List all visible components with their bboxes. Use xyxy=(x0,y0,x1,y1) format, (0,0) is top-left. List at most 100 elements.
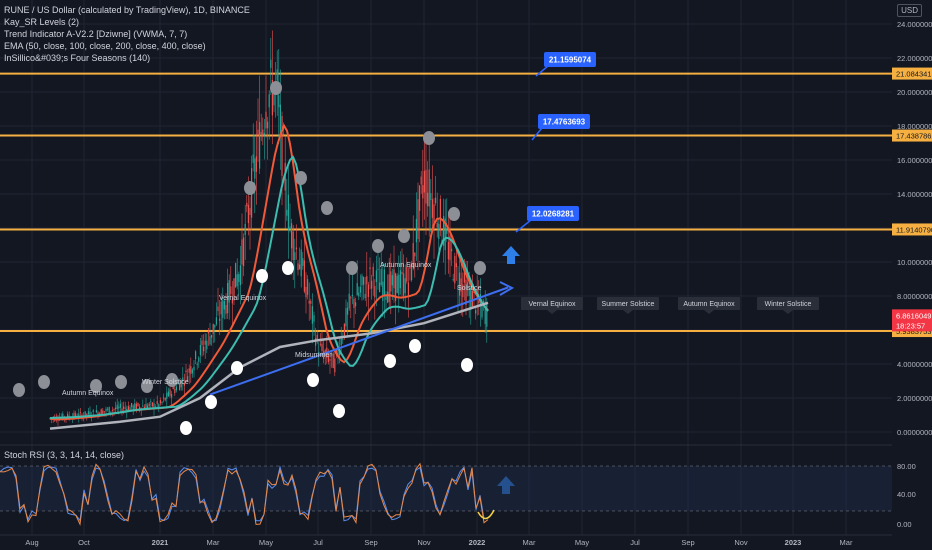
callout-leader xyxy=(531,127,543,141)
season-label-text: Autumn Equinox xyxy=(380,262,432,269)
candle-body xyxy=(215,317,217,325)
candle-body xyxy=(195,351,197,360)
candle-body xyxy=(131,403,133,408)
candle-body xyxy=(319,343,321,345)
candle-body xyxy=(415,218,417,243)
candle-body xyxy=(372,266,374,277)
future-season-pointer xyxy=(704,310,714,314)
candle-body xyxy=(278,95,280,108)
stoch-rsi-panel: 80.00 40.00 0.00 xyxy=(0,444,916,529)
candle-body xyxy=(390,271,392,292)
candle-body xyxy=(148,403,150,406)
candle-body xyxy=(230,286,232,295)
new-moon-marker xyxy=(321,201,333,215)
countdown-text: 18:23:57 xyxy=(896,321,925,330)
candle-body xyxy=(219,318,221,321)
candle-body xyxy=(343,323,345,336)
time-tick-label: Mar xyxy=(840,538,853,547)
time-tick-label: May xyxy=(575,538,589,547)
full-moon-marker xyxy=(180,421,192,435)
candle-body xyxy=(393,269,395,289)
full-moon-marker xyxy=(256,269,268,283)
price-axis[interactable]: 24.000000022.000000020.000000018.0000000… xyxy=(892,0,932,540)
candle-body xyxy=(151,402,153,407)
candle-body xyxy=(164,397,166,401)
candle-body xyxy=(425,169,427,204)
candle-body xyxy=(351,294,353,297)
candle-body xyxy=(244,223,246,235)
candle-body xyxy=(110,411,112,413)
candle-body xyxy=(119,403,121,408)
candle-body xyxy=(111,410,113,411)
price-tick-label: 4.0000000 xyxy=(897,360,932,369)
candle-body xyxy=(108,407,110,414)
new-moon-marker xyxy=(244,181,256,195)
chart-title: RUNE / US Dollar (calculated by TradingV… xyxy=(4,5,250,15)
future-season-pointer xyxy=(623,310,633,314)
future-season-pointer xyxy=(547,310,557,314)
candle-body xyxy=(217,306,219,312)
price-tick-label: 8.0000000 xyxy=(897,292,932,301)
price-tick-label: 2.0000000 xyxy=(897,394,932,403)
time-tick-label: Jul xyxy=(630,538,640,547)
trendline-segment xyxy=(209,286,509,396)
candle-body xyxy=(247,205,249,224)
indicator-trend[interactable]: Trend Indicator A-V2.2 [Dziwne] (VWMA, 7… xyxy=(4,28,250,40)
candle-body xyxy=(260,132,262,134)
candle-body xyxy=(118,406,120,409)
candle-body xyxy=(129,407,131,411)
candle-body xyxy=(371,280,373,289)
time-tick-label: Nov xyxy=(734,538,748,547)
current-price-text: 6.8616049 xyxy=(896,311,931,320)
candle-body xyxy=(350,297,352,299)
time-tick-label: Mar xyxy=(523,538,536,547)
candle-body xyxy=(193,366,195,371)
candle-body xyxy=(299,264,301,270)
level-badge-text: 21.0843413 xyxy=(896,70,932,79)
stoch-rsi-label[interactable]: Stoch RSI (3, 3, 14, 14, close) xyxy=(4,450,124,460)
candle-body xyxy=(303,260,305,292)
candle-body xyxy=(403,273,405,296)
candle-body xyxy=(214,324,216,328)
candle-body xyxy=(329,359,331,361)
candle-body xyxy=(159,399,161,404)
rsi-tick-label: 80.00 xyxy=(897,462,916,471)
candle-body xyxy=(451,248,453,252)
candle-body xyxy=(422,185,424,199)
candle-body xyxy=(417,199,419,240)
future-season-label: Autumn Equinox xyxy=(683,301,735,308)
candle-body xyxy=(345,308,347,327)
candle-body xyxy=(79,412,81,413)
candle-body xyxy=(404,278,406,294)
rsi-tick-label: 40.00 xyxy=(897,490,916,499)
new-moon-marker xyxy=(398,229,410,243)
time-tick-label: Nov xyxy=(417,538,431,547)
candle-body xyxy=(439,198,441,231)
indicator-kay-sr[interactable]: Kay_SR Levels (2) xyxy=(4,16,250,28)
full-moon-marker xyxy=(231,361,243,375)
indicator-seasons[interactable]: InSillico&#039;s Four Seasons (140) xyxy=(4,52,250,64)
indicator-legend: RUNE / US Dollar (calculated by TradingV… xyxy=(4,4,250,64)
candle-body xyxy=(211,334,213,338)
candle-body xyxy=(369,267,371,270)
candle-body xyxy=(481,304,483,318)
candle-body xyxy=(116,404,118,410)
candle-body xyxy=(147,405,149,408)
ema-50-line xyxy=(49,123,489,421)
candle-body xyxy=(475,310,477,314)
candle-body xyxy=(380,269,382,285)
candle-body xyxy=(209,336,211,345)
currency-badge[interactable]: USD xyxy=(897,4,922,17)
candle-body xyxy=(313,315,315,322)
candle-body xyxy=(150,401,152,403)
candle-body xyxy=(188,368,190,373)
candle-body xyxy=(382,281,384,301)
season-label-text: Solstice xyxy=(457,285,482,292)
indicator-ema[interactable]: EMA (50, close, 100, close, 200, close, … xyxy=(4,40,250,52)
time-axis[interactable]: Aug Oct 2021 Mar May Jul Sep Nov 2022 Mar May Jul Se… xyxy=(0,534,892,547)
candle-body xyxy=(171,393,173,398)
candle-body xyxy=(156,401,158,404)
price-chart[interactable]: Autumn Equinox Winter Solstice Vernal Equi… xyxy=(0,0,932,550)
candle-body xyxy=(401,271,403,275)
candle-body xyxy=(297,263,299,271)
